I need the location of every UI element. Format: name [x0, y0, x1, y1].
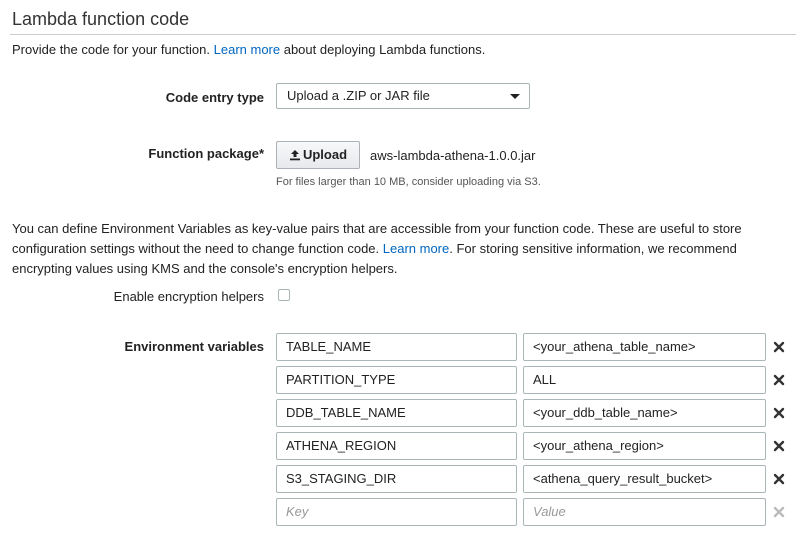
- env-value-input[interactable]: ALL: [523, 366, 766, 394]
- intro-text: Provide the code for your function. Lear…: [12, 42, 485, 57]
- package-hint: For files larger than 10 MB, consider up…: [276, 176, 541, 188]
- remove-row-icon[interactable]: [772, 439, 786, 453]
- encryption-helpers-label: Enable encryption helpers: [113, 289, 264, 304]
- env-key-input[interactable]: ATHENA_REGION: [276, 432, 517, 460]
- remove-row-icon[interactable]: [772, 472, 786, 486]
- upload-button[interactable]: Upload: [276, 141, 360, 169]
- section-title: Lambda function code: [12, 9, 190, 29]
- intro-prefix: Provide the code for your function.: [12, 42, 214, 57]
- env-vars-description: You can define Environment Variables as …: [12, 219, 792, 279]
- remove-row-icon[interactable]: [772, 373, 786, 387]
- env-value-input[interactable]: <your_athena_region>: [523, 432, 766, 460]
- caret-down-icon: [510, 94, 520, 99]
- environment-variables-label: Environment variables: [124, 339, 264, 354]
- upload-button-label: Upload: [302, 147, 348, 162]
- env-value-input[interactable]: <athena_query_result_bucket>: [523, 465, 766, 493]
- package-file-name: aws-lambda-athena-1.0.0.jar: [370, 148, 536, 163]
- env-key-input[interactable]: PARTITION_TYPE: [276, 366, 517, 394]
- env-value-input-empty[interactable]: Value: [523, 498, 766, 526]
- code-entry-type-value: Upload a .ZIP or JAR file: [287, 88, 430, 103]
- code-entry-type-select[interactable]: Upload a .ZIP or JAR file: [276, 83, 530, 109]
- encryption-helpers-checkbox[interactable]: [278, 289, 290, 301]
- upload-icon: [289, 150, 300, 161]
- learn-more-link[interactable]: Learn more: [214, 42, 280, 57]
- remove-row-icon-disabled: [773, 506, 785, 518]
- env-value-input[interactable]: <your_athena_table_name>: [523, 333, 766, 361]
- intro-suffix: about deploying Lambda functions.: [280, 42, 486, 57]
- remove-row-icon[interactable]: [772, 340, 786, 354]
- env-value-input[interactable]: <your_ddb_table_name>: [523, 399, 766, 427]
- env-learn-more-link[interactable]: Learn more: [383, 241, 449, 256]
- env-key-input-empty[interactable]: Key: [276, 498, 517, 526]
- env-key-input[interactable]: S3_STAGING_DIR: [276, 465, 517, 493]
- env-key-input[interactable]: DDB_TABLE_NAME: [276, 399, 517, 427]
- section-divider: [10, 34, 796, 35]
- function-package-label: Function package*: [148, 146, 264, 161]
- remove-row-icon[interactable]: [772, 406, 786, 420]
- code-entry-type-label: Code entry type: [165, 90, 264, 105]
- env-key-input[interactable]: TABLE_NAME: [276, 333, 517, 361]
